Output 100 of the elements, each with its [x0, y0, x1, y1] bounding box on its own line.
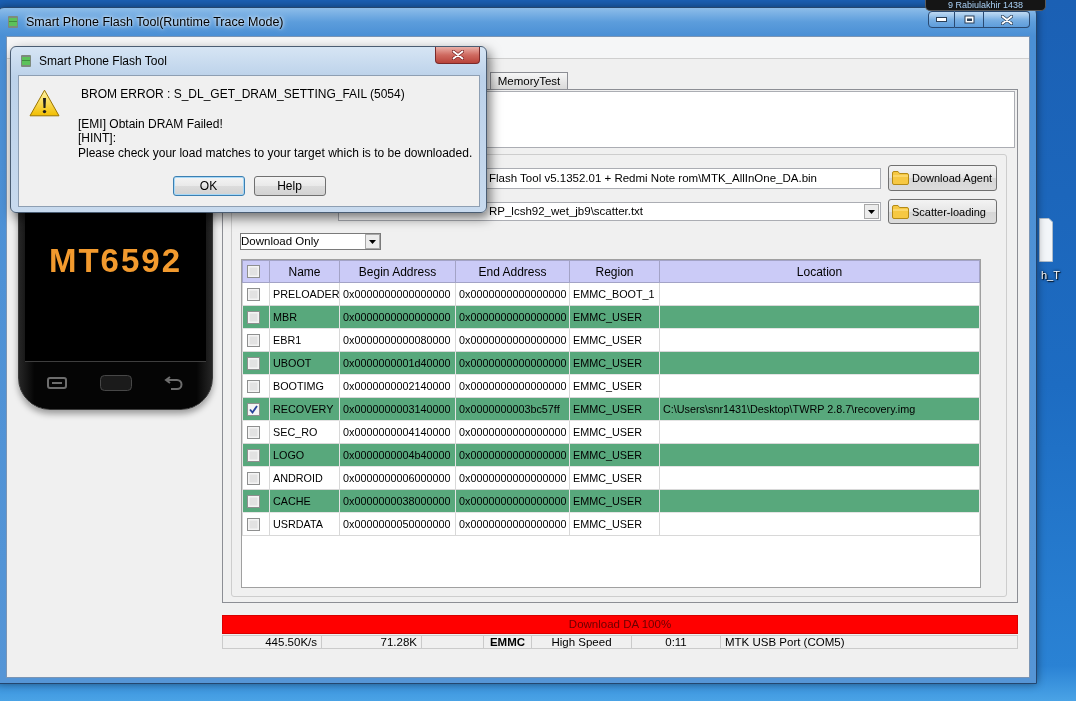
close-button[interactable]: [984, 11, 1030, 28]
table-cell: ANDROID: [269, 466, 340, 490]
download-agent-button[interactable]: Download Agent: [888, 165, 997, 191]
table-cell: EMMC_USER: [569, 374, 660, 398]
minimize-button[interactable]: [928, 11, 955, 28]
status-cell: MTK USB Port (COM5): [721, 635, 1018, 649]
table-row[interactable]: SEC_RO 0x0000000004140000 0x0000000000000000 EMMC_USER: [242, 420, 980, 444]
folder-icon: [892, 204, 909, 219]
dialog-title: Smart Phone Flash Tool: [39, 54, 167, 68]
status-cell: 71.28K: [322, 635, 422, 649]
table-cell: 0x0000000000080000: [339, 328, 456, 352]
table-cell: 0x0000000000000000: [455, 489, 570, 513]
table-cell: 0x0000000000000000: [455, 374, 570, 398]
column-header[interactable]: End Address: [455, 260, 570, 283]
tab[interactable]: MemoryTest: [490, 72, 568, 89]
table-cell: 0x0000000006000000: [339, 466, 456, 490]
home-key-icon: [100, 375, 132, 391]
table-row[interactable]: EBR1 0x0000000000080000 0x0000000000000000 EMMC_USER: [242, 328, 980, 352]
checkbox[interactable]: [247, 379, 260, 393]
message-line: Please check your load matches to your target which is to be downloaded.: [78, 145, 473, 160]
menu-key-icon: [47, 376, 67, 390]
table-cell: 0x0000000004b40000: [339, 443, 456, 467]
dialog-button[interactable]: Help: [253, 176, 326, 196]
checkbox[interactable]: [247, 517, 260, 531]
table-row[interactable]: BOOTIMG 0x0000000002140000 0x0000000000000000 EMMC_USER: [242, 374, 980, 398]
desktop-icon-label[interactable]: h_T: [1041, 269, 1060, 282]
close-icon: [1000, 14, 1013, 25]
back-arrow-icon: [163, 376, 183, 390]
table-cell: BOOTIMG: [269, 374, 340, 398]
table-cell: 0x0000000000000000: [339, 282, 456, 306]
table-cell: 0x0000000002140000: [339, 374, 456, 398]
table-cell: EMMC_USER: [569, 466, 660, 490]
table-cell: 0x0000000050000000: [339, 512, 456, 536]
table-cell: 0x0000000001d40000: [339, 351, 456, 375]
progress-label: Download DA 100%: [568, 617, 672, 632]
column-header[interactable]: Region: [569, 260, 660, 283]
checkbox[interactable]: [247, 402, 260, 416]
table-row[interactable]: CACHE 0x0000000038000000 0x0000000000000000 EMMC_USER: [242, 489, 980, 513]
table-cell: 0x0000000038000000: [339, 489, 456, 513]
table-cell: EBR1: [269, 328, 340, 352]
table-cell: 0x0000000004140000: [339, 420, 456, 444]
table-row[interactable]: LOGO 0x0000000004b40000 0x0000000000000000 EMMC_USER: [242, 443, 980, 467]
table-row[interactable]: ANDROID 0x0000000006000000 0x0000000000000000 EMMC_USER: [242, 466, 980, 490]
column-header[interactable]: Begin Address: [339, 260, 456, 283]
table-cell: 0x0000000000000000: [455, 351, 570, 375]
table-cell: 0x0000000000000000: [339, 305, 456, 329]
app-icon: [21, 55, 31, 67]
table-cell: 0x0000000000000000: [455, 466, 570, 490]
scatter-loading-button[interactable]: Scatter-loading: [888, 199, 997, 224]
table-cell: 0x0000000003140000: [339, 397, 456, 421]
table-row[interactable]: USRDATA 0x0000000050000000 0x0000000000000000 EMMC_USER: [242, 512, 980, 536]
status-cell: 445.50K/s: [222, 635, 322, 649]
table-cell: SEC_RO: [269, 420, 340, 444]
table-row[interactable]: RECOVERY 0x0000000003140000 0x0000000003bc57ff EMMC_USER C:\Users\snr1431\Desktop\TWRP 2.8.7\recovery.img: [242, 397, 980, 421]
app-icon: [8, 16, 18, 28]
maximize-button[interactable]: [955, 11, 984, 28]
table-cell: 0x0000000000000000: [455, 512, 570, 536]
checkbox[interactable]: [247, 471, 260, 485]
status-cell: [422, 635, 484, 649]
table-cell: EMMC_USER: [569, 512, 660, 536]
table-row[interactable]: MBR 0x0000000000000000 0x0000000000000000 EMMC_USER: [242, 305, 980, 329]
table-cell: 0x0000000003bc57ff: [455, 397, 570, 421]
mode-dropdown[interactable]: Download Only: [240, 233, 381, 250]
table-row[interactable]: PRELOADER 0x0000000000000000 0x0000000000000000 EMMC_BOOT_1: [242, 282, 980, 306]
caret-icon: [864, 204, 879, 219]
checkbox[interactable]: [247, 265, 260, 278]
table-row[interactable]: UBOOT 0x0000000001d40000 0x0000000000000000 EMMC_USER: [242, 351, 980, 375]
checkbox[interactable]: [247, 448, 260, 462]
checkbox[interactable]: [247, 425, 260, 439]
maximize-icon: [963, 15, 975, 24]
caret-icon: [365, 234, 380, 249]
error-message: BROM ERROR : S_DL_GET_DRAM_SETTING_FAIL (5054): [80, 87, 406, 102]
message-line: [EMI] Obtain DRAM Failed!: [78, 116, 224, 131]
warning-icon: [29, 89, 60, 117]
table-cell: EMMC_USER: [569, 328, 660, 352]
checkbox[interactable]: [247, 333, 260, 347]
table-cell: 0x0000000000000000: [455, 305, 570, 329]
status-cell: High Speed: [532, 635, 632, 649]
table-cell: USRDATA: [269, 512, 340, 536]
column-header[interactable]: Name: [269, 260, 340, 283]
table-cell: EMMC_USER: [569, 420, 660, 444]
table-cell: C:\Users\snr1431\Desktop\TWRP 2.8.7\recovery.img: [659, 397, 980, 421]
checkbox[interactable]: [247, 494, 260, 508]
folder-icon: [892, 171, 909, 185]
close-icon: [451, 50, 464, 60]
minimize-icon: [936, 17, 947, 22]
document-icon[interactable]: [1039, 218, 1053, 262]
close-button[interactable]: [435, 47, 480, 64]
status-cell: 0:11: [632, 635, 721, 649]
table-cell: 0x0000000000000000: [455, 282, 570, 306]
checkbox[interactable]: [247, 310, 260, 324]
column-header[interactable]: Location: [659, 260, 980, 283]
message-line: [HINT]:: [78, 131, 117, 146]
window-title: Smart Phone Flash Tool(Runtime Trace Mode): [26, 15, 284, 29]
checkbox[interactable]: [247, 287, 260, 301]
table-cell: 0x0000000000000000: [455, 443, 570, 467]
table-cell: 0x0000000000000000: [455, 420, 570, 444]
checkbox[interactable]: [247, 356, 260, 370]
dialog-button[interactable]: OK: [172, 176, 245, 196]
table-cell: 0x0000000000000000: [455, 328, 570, 352]
